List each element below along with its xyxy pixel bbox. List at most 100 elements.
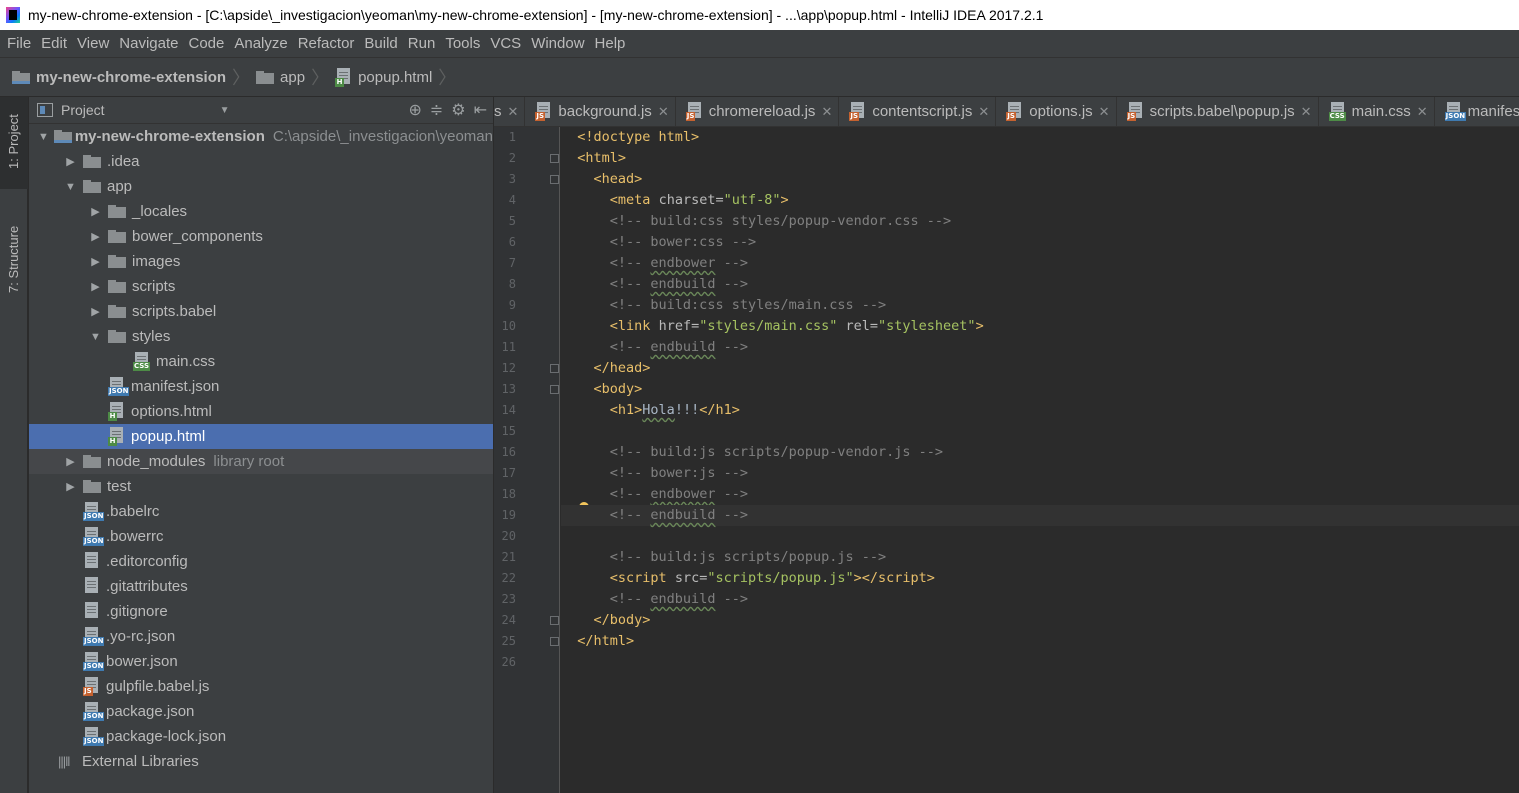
hide-panel-icon[interactable]: ⇤ — [474, 100, 487, 120]
tree-node-editorconfig[interactable]: .editorconfig — [29, 549, 493, 574]
chevron-down-icon[interactable]: ▼ — [220, 105, 230, 116]
collapsed-arrow-icon[interactable]: ▶ — [83, 280, 108, 293]
tree-node-popup-html[interactable]: H popup.html — [29, 424, 493, 449]
code-line-16: <!-- build:js scripts/popup-vendor.js --… — [609, 444, 944, 460]
scroll-from-source-icon[interactable]: ⊕ — [408, 100, 421, 120]
line-number: 19 — [501, 508, 516, 522]
project-tool-button[interactable]: 1: Project — [0, 97, 28, 189]
tree-node-bower-json[interactable]: JSON bower.json — [29, 649, 493, 674]
tree-node-scripts[interactable]: ▶ scripts — [29, 274, 493, 299]
tree-node-bower-components[interactable]: ▶ bower_components — [29, 224, 493, 249]
expanded-arrow-icon[interactable]: ▼ — [58, 181, 83, 193]
project-panel-title[interactable]: Project — [61, 102, 105, 118]
menu-navigate[interactable]: Navigate — [114, 30, 183, 58]
collapsed-arrow-icon[interactable]: ▶ — [83, 230, 108, 243]
tree-node-scripts-babel[interactable]: ▶ scripts.babel — [29, 299, 493, 324]
fold-marker-icon[interactable] — [550, 385, 559, 394]
code-line-9: <!-- build:css styles/main.css --> — [609, 297, 887, 313]
collapsed-arrow-icon[interactable]: ▶ — [58, 155, 83, 168]
module-folder-icon — [12, 70, 30, 84]
fold-marker-icon[interactable] — [550, 616, 559, 625]
close-icon[interactable]: ✕ — [1301, 104, 1312, 120]
tab-options-js[interactable]: JS options.js ✕ — [996, 97, 1117, 126]
breadcrumb-project[interactable]: my-new-chrome-extension 〉 — [12, 58, 256, 97]
menu-run[interactable]: Run — [403, 30, 441, 58]
tree-node-external-libraries[interactable]: |||‖ External Libraries — [29, 749, 493, 774]
close-icon[interactable]: ✕ — [658, 104, 669, 120]
close-icon[interactable]: ✕ — [821, 104, 832, 120]
tab-background-js[interactable]: JS background.js ✕ — [525, 97, 676, 126]
tree-node-bowerrc[interactable]: JSON .bowerrc — [29, 524, 493, 549]
fold-marker-icon[interactable] — [550, 175, 559, 184]
tree-node-locales[interactable]: ▶ _locales — [29, 199, 493, 224]
fold-marker-icon[interactable] — [550, 364, 559, 373]
module-folder-icon — [53, 130, 72, 143]
close-icon[interactable]: ✕ — [1099, 104, 1110, 120]
collapsed-arrow-icon[interactable]: ▶ — [83, 305, 108, 318]
menu-edit[interactable]: Edit — [36, 30, 72, 58]
folder-icon — [108, 305, 126, 318]
tree-node-gulpfile[interactable]: JS gulpfile.babel.js — [29, 674, 493, 699]
menu-code[interactable]: Code — [183, 30, 229, 58]
tree-node-images[interactable]: ▶ images — [29, 249, 493, 274]
line-number: 15 — [501, 424, 516, 438]
close-icon[interactable]: ✕ — [508, 104, 519, 120]
expanded-arrow-icon[interactable]: ▼ — [83, 331, 108, 343]
tab-main-css[interactable]: CSS main.css ✕ — [1319, 97, 1435, 126]
folder-icon — [83, 155, 101, 168]
code-line-12: </head> — [593, 360, 651, 376]
tab-partial-js[interactable]: s ✕ — [494, 97, 526, 126]
menu-tools[interactable]: Tools — [440, 30, 485, 58]
collapsed-arrow-icon[interactable]: ▶ — [83, 255, 108, 268]
collapsed-arrow-icon[interactable]: ▶ — [58, 480, 83, 493]
tree-node-babelrc[interactable]: JSON .babelrc — [29, 499, 493, 524]
tree-node-gitattributes[interactable]: .gitattributes — [29, 574, 493, 599]
breadcrumb-folder[interactable]: app 〉 — [256, 58, 335, 97]
tab-manifest-json[interactable]: JSON manifes — [1435, 97, 1519, 126]
menu-window[interactable]: Window — [526, 30, 589, 58]
tree-node-gitignore[interactable]: .gitignore — [29, 599, 493, 624]
folder-icon — [83, 480, 101, 493]
gear-icon[interactable]: ⚙ — [451, 100, 465, 120]
menu-view[interactable]: View — [72, 30, 114, 58]
code-area[interactable]: <!doctype html> <html> <head> <meta char… — [561, 127, 1519, 793]
code-editor[interactable]: 1 2 3 4 5 6 7 8 9 10 11 12 13 14 15 16 17 18 19 20 21 22 23 24 2… — [494, 127, 1519, 793]
tree-node-app[interactable]: ▼ app — [29, 174, 493, 199]
menu-refactor[interactable]: Refactor — [293, 30, 360, 58]
tab-chromereload-js[interactable]: JS chromereload.js ✕ — [676, 97, 840, 126]
fold-marker-icon[interactable] — [550, 154, 559, 163]
collapsed-arrow-icon[interactable]: ▶ — [83, 205, 108, 218]
menu-vcs[interactable]: VCS — [485, 30, 526, 58]
tree-node-options-html[interactable]: H options.html — [29, 399, 493, 424]
tree-node-node-modules[interactable]: ▶ node_modules library root — [29, 449, 493, 474]
tree-node-package-json[interactable]: JSON package.json — [29, 699, 493, 724]
structure-tool-button[interactable]: 7: Structure — [0, 209, 28, 309]
tree-node-yo-rc-json[interactable]: JSON .yo-rc.json — [29, 624, 493, 649]
line-number: 20 — [501, 529, 516, 543]
code-line-17: <!-- bower:js --> — [609, 465, 748, 481]
breadcrumb-file[interactable]: H popup.html 〉 — [335, 58, 462, 97]
line-number: 13 — [501, 382, 516, 396]
tree-node-manifest-json[interactable]: JSON manifest.json — [29, 374, 493, 399]
tree-node-package-lock-json[interactable]: JSON package-lock.json — [29, 724, 493, 749]
tree-node-idea[interactable]: ▶ .idea — [29, 149, 493, 174]
fold-marker-icon[interactable] — [550, 637, 559, 646]
menu-analyze[interactable]: Analyze — [229, 30, 292, 58]
menu-help[interactable]: Help — [590, 30, 631, 58]
tree-node-main-css[interactable]: CSS main.css — [29, 349, 493, 374]
line-number: 12 — [501, 361, 516, 375]
close-icon[interactable]: ✕ — [1417, 104, 1428, 120]
tree-node-root[interactable]: ▼ my-new-chrome-extension C:\apside\_inv… — [29, 124, 493, 149]
tab-contentscript-js[interactable]: JS contentscript.js ✕ — [839, 97, 997, 126]
menu-file[interactable]: File — [2, 30, 36, 58]
tree-node-styles[interactable]: ▼ styles — [29, 324, 493, 349]
menu-build[interactable]: Build — [359, 30, 402, 58]
collapsed-arrow-icon[interactable]: ▶ — [58, 455, 83, 468]
library-icon: |||‖ — [58, 754, 71, 769]
tree-node-test[interactable]: ▶ test — [29, 474, 493, 499]
expanded-arrow-icon[interactable]: ▼ — [33, 131, 54, 143]
tab-popup-js[interactable]: JS scripts.babel\popup.js ✕ — [1117, 97, 1319, 126]
collapse-all-icon[interactable]: ≑ — [430, 100, 443, 120]
close-icon[interactable]: ✕ — [978, 104, 989, 120]
